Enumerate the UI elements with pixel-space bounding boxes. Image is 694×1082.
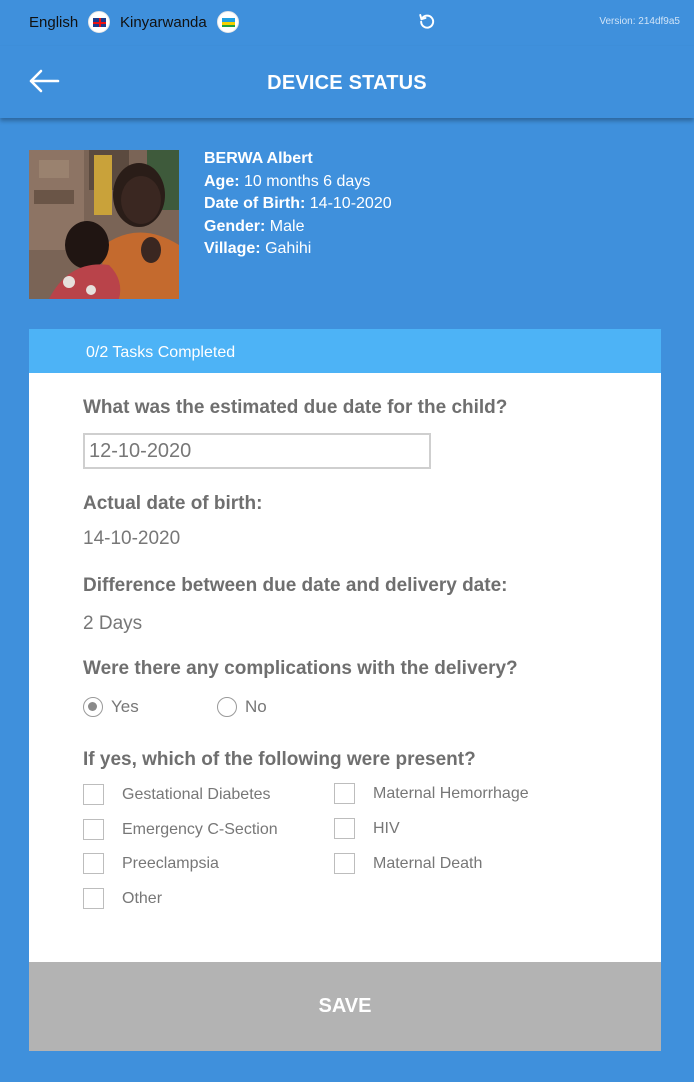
checkbox-label: HIV xyxy=(373,819,400,837)
uk-flag-icon xyxy=(88,11,111,33)
child-village: Village: Gahihi xyxy=(204,240,312,257)
checkbox-box xyxy=(83,784,104,805)
checkbox-box xyxy=(83,819,104,840)
checkbox-box xyxy=(334,783,355,804)
refresh-icon[interactable] xyxy=(418,12,436,30)
version-label: Version: 214df9a5 xyxy=(599,16,680,27)
checkbox-label: Maternal Hemorrhage xyxy=(373,784,529,802)
save-button[interactable]: SAVE xyxy=(29,962,661,1051)
checkbox-label: Preeclampsia xyxy=(122,854,219,872)
device-status-form: 0/2 Tasks Completed What was the estimat… xyxy=(29,329,661,1051)
question-actual-dob: Actual date of birth: xyxy=(83,493,263,514)
radio-yes-label: Yes xyxy=(111,697,139,716)
checkbox-preeclampsia[interactable]: Preeclampsia xyxy=(83,853,219,874)
app-header: DEVICE STATUS xyxy=(0,46,694,118)
language-kinyarwanda-label: Kinyarwanda xyxy=(120,13,207,31)
child-name: BERWA Albert xyxy=(204,150,313,167)
question-complications: Were there any complications with the de… xyxy=(83,658,518,679)
radio-no-label: No xyxy=(245,697,267,716)
actual-dob-value: 14-10-2020 xyxy=(83,528,181,549)
complications-radio-group: Yes No xyxy=(83,697,267,717)
child-age: Age: 10 months 6 days xyxy=(204,172,371,190)
language-english-label: English xyxy=(29,13,79,31)
checkbox-box xyxy=(334,853,355,874)
page-title: DEVICE STATUS xyxy=(267,72,427,94)
checkbox-gestational-diabetes[interactable]: Gestational Diabetes xyxy=(83,784,271,805)
radio-unchecked-icon xyxy=(217,697,237,717)
checkbox-maternal-hemorrhage[interactable]: Maternal Hemorrhage xyxy=(334,783,529,804)
profile-info: BERWA Albert Age: 10 months 6 days Date … xyxy=(204,148,392,261)
checkbox-other[interactable]: Other xyxy=(83,888,162,909)
language-bar: English Kinyarwanda Version: 214df9a5 xyxy=(0,0,694,46)
checkbox-label: Maternal Death xyxy=(373,854,483,872)
question-conditions: If yes, which of the following were pres… xyxy=(83,749,476,770)
radio-checked-icon xyxy=(83,697,103,717)
difference-value: 2 Days xyxy=(83,613,143,634)
checkbox-label: Gestational Diabetes xyxy=(122,785,271,803)
checkbox-maternal-death[interactable]: Maternal Death xyxy=(334,853,482,874)
checkbox-box xyxy=(334,818,355,839)
tasks-progress: 0/2 Tasks Completed xyxy=(29,329,661,373)
checkbox-hiv[interactable]: HIV xyxy=(334,818,400,839)
checkbox-box xyxy=(83,853,104,874)
child-photo xyxy=(29,150,179,299)
language-kinyarwanda[interactable]: Kinyarwanda xyxy=(120,11,239,33)
checkbox-emergency-c-section[interactable]: Emergency C-Section xyxy=(83,819,278,840)
radio-yes[interactable]: Yes xyxy=(83,697,217,717)
question-due-date: What was the estimated due date for the … xyxy=(83,397,508,418)
question-difference: Difference between due date and delivery… xyxy=(83,575,508,596)
checkbox-label: Other xyxy=(122,889,163,907)
language-english[interactable]: English xyxy=(29,11,111,33)
child-gender: Gender: Male xyxy=(204,217,305,235)
due-date-input[interactable] xyxy=(83,433,431,469)
rwanda-flag-icon xyxy=(216,11,239,33)
checkbox-box xyxy=(83,888,104,909)
child-dob: Date of Birth: 14-10-2020 xyxy=(204,195,392,212)
checkbox-label: Emergency C-Section xyxy=(122,820,278,838)
radio-no[interactable]: No xyxy=(217,697,267,717)
